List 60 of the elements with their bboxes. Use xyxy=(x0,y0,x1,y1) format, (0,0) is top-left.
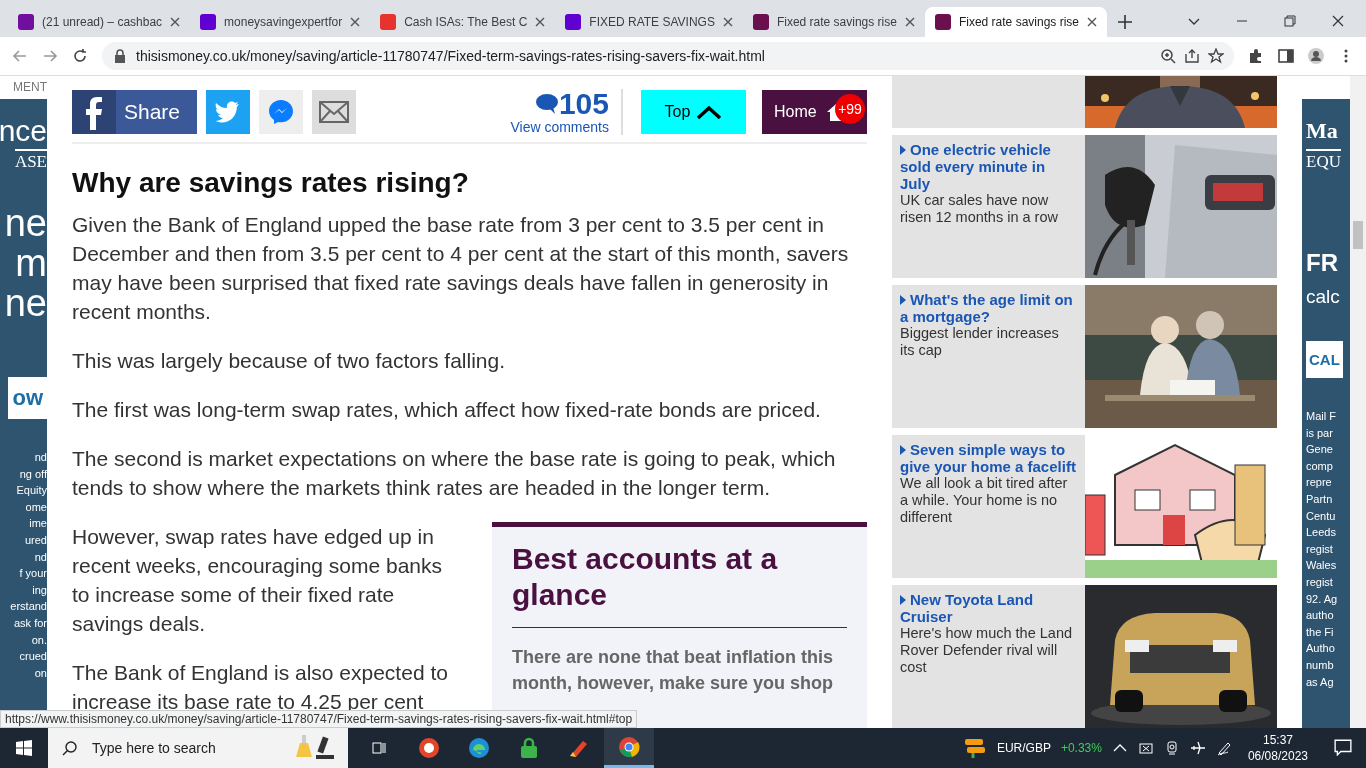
ad-disclaimer-line: Gene xyxy=(1306,442,1334,458)
ad-logo-subtitle: EQU xyxy=(1306,149,1341,173)
ad-logo: nce xyxy=(0,115,47,147)
ad-headline: ne xyxy=(4,203,47,243)
ad-disclaimer-line: erstand xyxy=(10,599,47,615)
paragraph: The second is market expectations on where the base rate is going to peak, which tends to show where the markets think rates are headed in the longer term. xyxy=(72,446,837,501)
notification-badge: +99 xyxy=(835,94,865,124)
comment-count: 105 xyxy=(558,89,609,119)
ad-disclaimer-line: ured xyxy=(24,532,47,548)
box-text: There are none that beat inflation this month, however, make sure you shop xyxy=(512,646,835,695)
paragraph: Given the Bank of England upped the base rate from 3 per cent to 3.5 per cent in December and then from 3.5 per cent to 4 per cent at the start of this month, savers may have been surprised that fixed rate savings deals have fallen in generosity in recent months. xyxy=(72,212,850,325)
ad-disclaimer-line: Wales xyxy=(1306,558,1338,574)
ad-headline: ne xyxy=(4,283,47,323)
ad-disclaimer-line: autho xyxy=(1306,608,1335,624)
ad-disclaimer-line: repre xyxy=(1306,475,1333,491)
ad-disclaimer-line: regist xyxy=(1306,541,1334,557)
ad-logo-subtitle: ASE xyxy=(14,149,47,173)
ad-disclaimer-line: Leeds xyxy=(1306,525,1337,541)
section-heading: Why are savings rates rising? xyxy=(72,166,470,200)
ad-disclaimer-line: ome xyxy=(25,499,47,515)
paragraph: However, swap rates have edged up in recent weeks, encouraging some banks to increase some of their fixed rate savings deals. xyxy=(72,524,444,637)
ad-disclaimer-line: nd xyxy=(34,549,47,565)
ad-label: MENT xyxy=(12,79,47,96)
ad-disclaimer-line: is par xyxy=(1306,425,1334,441)
ad-disclaimer-line: crued xyxy=(19,649,47,665)
link-url-tooltip: https://www.thisismoney.co.uk/money/saving/article-11780747/Fixed-term-savings-rates-rising-savers-fix-wait.html#top xyxy=(0,710,638,728)
ad-disclaimer-line: comp xyxy=(1306,458,1334,474)
ad-disclaimer-line: 92. Ag xyxy=(1306,591,1338,607)
ad-disclaimer-line: on. xyxy=(31,632,47,648)
ad-disclaimer-line: Partn xyxy=(1306,491,1334,507)
box-title: Best accounts at a glance xyxy=(512,541,847,628)
ad-headline: FR xyxy=(1306,248,1339,278)
ad-disclaimer-line: f your xyxy=(19,566,47,582)
ad-disclaimer-line: Equity xyxy=(16,483,47,499)
ad-headline: calc xyxy=(1306,285,1340,309)
paragraph: The first was long-term swap rates, which affect how fixed-rate bonds are priced. xyxy=(72,397,822,423)
story-summary: Here's how much the Land Rover Defender rival will cost xyxy=(900,625,1074,676)
ad-disclaimer-line: the Fi xyxy=(1306,624,1335,640)
ad-disclaimer-line: Mail F xyxy=(1306,409,1337,424)
ad-logo: Ma xyxy=(1306,117,1338,145)
paragraph: This was largely because of two factors falling. xyxy=(72,348,507,374)
ad-disclaimer-line: numb xyxy=(1306,657,1335,673)
story-summary: UK car sales have now risen 12 months in a row xyxy=(900,192,1059,226)
ad-headline: m xyxy=(15,243,47,283)
currency-change: +0.33% xyxy=(1060,741,1102,755)
ad-disclaimer-line: Autho xyxy=(1306,641,1336,657)
ad-disclaimer-line: ime xyxy=(29,516,47,532)
ad-disclaimer-line: nd xyxy=(34,450,47,465)
ad-disclaimer-line: Centu xyxy=(1306,508,1337,524)
ad-disclaimer-line: ask for xyxy=(14,615,47,631)
ad-disclaimer-line: as Ag xyxy=(1306,674,1335,690)
ad-disclaimer-line: ing xyxy=(32,582,47,598)
story-summary: We all look a bit tired after a while. Your home is no different xyxy=(900,475,1069,526)
clock-time: 15:37 xyxy=(1262,732,1293,748)
ad-disclaimer-line: regist xyxy=(1306,574,1334,590)
currency-ticker: EUR/GBP xyxy=(996,741,1051,755)
ad-disclaimer-line: ng off xyxy=(19,466,47,482)
story-summary: Biggest lender increases its cap xyxy=(900,325,1060,359)
clock-date: 06/08/2023 xyxy=(1247,748,1308,764)
ad-disclaimer-line: on xyxy=(34,665,47,681)
